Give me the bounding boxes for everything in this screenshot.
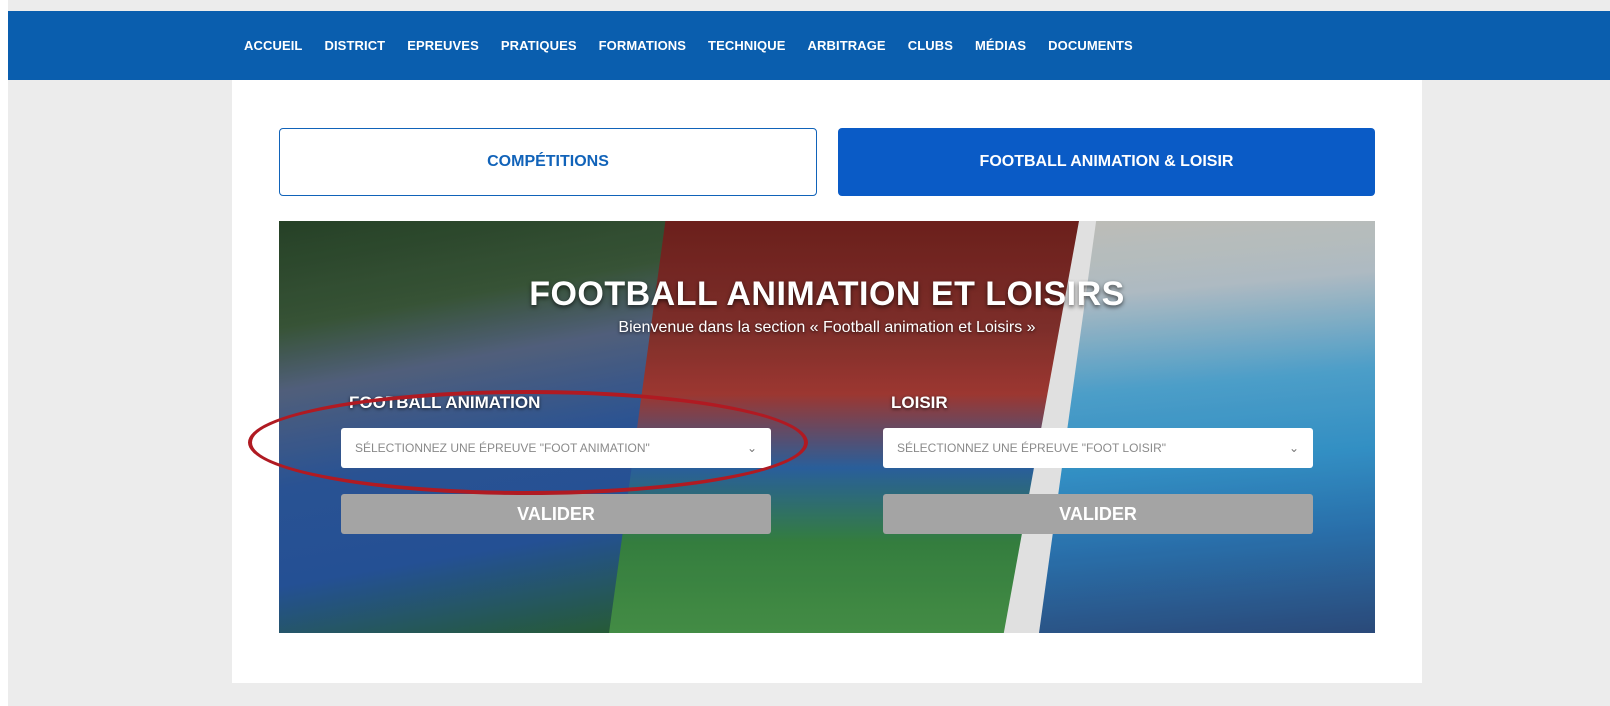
animation-section-label: FOOTBALL ANIMATION xyxy=(349,393,541,412)
chevron-down-icon: ⌄ xyxy=(1288,441,1299,455)
loisir-section-label: LOISIR xyxy=(891,393,948,412)
animation-validate-button[interactable]: VALIDER xyxy=(341,494,771,534)
nav-item-documents[interactable]: DOCUMENTS xyxy=(1048,38,1133,53)
nav-item-formations[interactable]: FORMATIONS xyxy=(599,38,686,53)
tab-competitions[interactable]: COMPÉTITIONS xyxy=(279,128,817,196)
nav-item-medias[interactable]: MÉDIAS xyxy=(975,38,1026,53)
nav-item-accueil[interactable]: ACCUEIL xyxy=(244,38,302,53)
nav-item-pratiques[interactable]: PRATIQUES xyxy=(501,38,577,53)
nav-item-epreuves[interactable]: EPREUVES xyxy=(407,38,479,53)
animation-select[interactable]: SÉLECTIONNEZ UNE ÉPREUVE "FOOT ANIMATION… xyxy=(341,428,771,468)
nav-item-technique[interactable]: TECHNIQUE xyxy=(708,38,785,53)
loisir-select-value: SÉLECTIONNEZ UNE ÉPREUVE "FOOT LOISIR" xyxy=(897,441,1167,455)
tab-football-animation-loisir[interactable]: FOOTBALL ANIMATION & LOISIR xyxy=(838,128,1375,196)
chevron-down-icon: ⌄ xyxy=(746,441,757,455)
hero-subtitle: Bienvenue dans la section « Football ani… xyxy=(618,319,1036,336)
top-navigation: ACCUEIL DISTRICT EPREUVES PRATIQUES FORM… xyxy=(8,11,1610,80)
hero-banner: FOOTBALL ANIMATION ET LOISIRS Bienvenue … xyxy=(279,221,1375,633)
nav-item-arbitrage[interactable]: ARBITRAGE xyxy=(808,38,886,53)
loisir-select[interactable]: SÉLECTIONNEZ UNE ÉPREUVE "FOOT LOISIR" ⌄ xyxy=(883,428,1313,468)
hero-title: FOOTBALL ANIMATION ET LOISIRS xyxy=(529,275,1125,313)
animation-select-value: SÉLECTIONNEZ UNE ÉPREUVE "FOOT ANIMATION… xyxy=(355,441,650,455)
nav-item-clubs[interactable]: CLUBS xyxy=(908,38,953,53)
nav-item-district[interactable]: DISTRICT xyxy=(324,38,385,53)
loisir-validate-button[interactable]: VALIDER xyxy=(883,494,1313,534)
